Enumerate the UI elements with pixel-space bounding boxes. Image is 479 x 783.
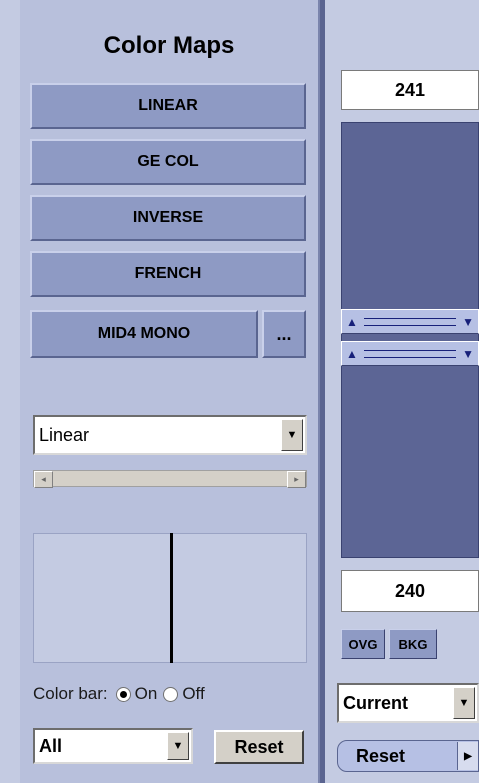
mode-select-value: Current xyxy=(343,692,409,713)
horizontal-scrollbar[interactable]: ◂ ▸ xyxy=(33,470,307,488)
ovg-button[interactable]: OVG xyxy=(341,629,385,659)
scope-select[interactable]: All ▼ xyxy=(33,728,193,764)
reset-button[interactable]: Reset xyxy=(214,730,304,764)
linear-button[interactable]: LINEAR xyxy=(30,83,306,129)
handle-up-icon: ▲ xyxy=(346,314,358,329)
colorbar-on-label: On xyxy=(134,684,158,703)
scope-select-value: All xyxy=(39,735,63,756)
mode-select[interactable]: Current ▼ xyxy=(337,683,479,723)
colorbar-toggle: Color bar: On Off xyxy=(33,682,313,706)
handle-grip xyxy=(363,349,457,358)
colormap-select-value: Linear xyxy=(39,424,90,445)
handle-down-icon: ▼ xyxy=(462,314,474,329)
bkg-button[interactable]: BKG xyxy=(389,629,437,659)
colorbar-label: Color bar: xyxy=(33,684,108,703)
handle-up-icon: ▲ xyxy=(346,346,358,361)
window-reset-label: Reset xyxy=(356,745,406,766)
chevron-down-icon[interactable]: ▼ xyxy=(167,732,189,760)
reset-arrow-icon[interactable]: ▶ xyxy=(457,742,478,770)
colorbar-on-radio[interactable] xyxy=(115,686,131,702)
inverse-button[interactable]: INVERSE xyxy=(30,195,306,241)
colormap-select[interactable]: Linear ▼ xyxy=(33,415,307,455)
colorbar-off-radio[interactable] xyxy=(163,686,179,702)
upper-range-handle[interactable]: ▲ ▼ xyxy=(341,309,479,334)
window-range-area[interactable] xyxy=(341,122,479,558)
colormap-preview-line xyxy=(170,533,173,663)
more-options-button[interactable]: ... xyxy=(262,310,306,358)
colorbar-off-label: Off xyxy=(182,684,205,703)
chevron-down-icon[interactable]: ▼ xyxy=(453,687,475,719)
scroll-right-icon[interactable]: ▸ xyxy=(287,471,306,488)
panel-divider[interactable] xyxy=(318,0,325,783)
handle-down-icon: ▼ xyxy=(462,346,474,361)
ge-col-button[interactable]: GE COL xyxy=(30,139,306,185)
panel-title: Color Maps xyxy=(103,32,235,59)
window-reset-button[interactable]: Reset ▶ xyxy=(337,740,479,772)
lower-range-field[interactable]: 240 xyxy=(341,570,479,612)
chevron-down-icon[interactable]: ▼ xyxy=(281,419,303,451)
lower-range-handle[interactable]: ▲ ▼ xyxy=(341,341,479,366)
upper-range-field[interactable]: 241 xyxy=(341,70,479,110)
french-button[interactable]: FRENCH xyxy=(30,251,306,297)
scroll-left-icon[interactable]: ◂ xyxy=(34,471,53,488)
mid4-mono-button[interactable]: MID4 MONO xyxy=(30,310,258,358)
handle-grip xyxy=(363,317,457,326)
